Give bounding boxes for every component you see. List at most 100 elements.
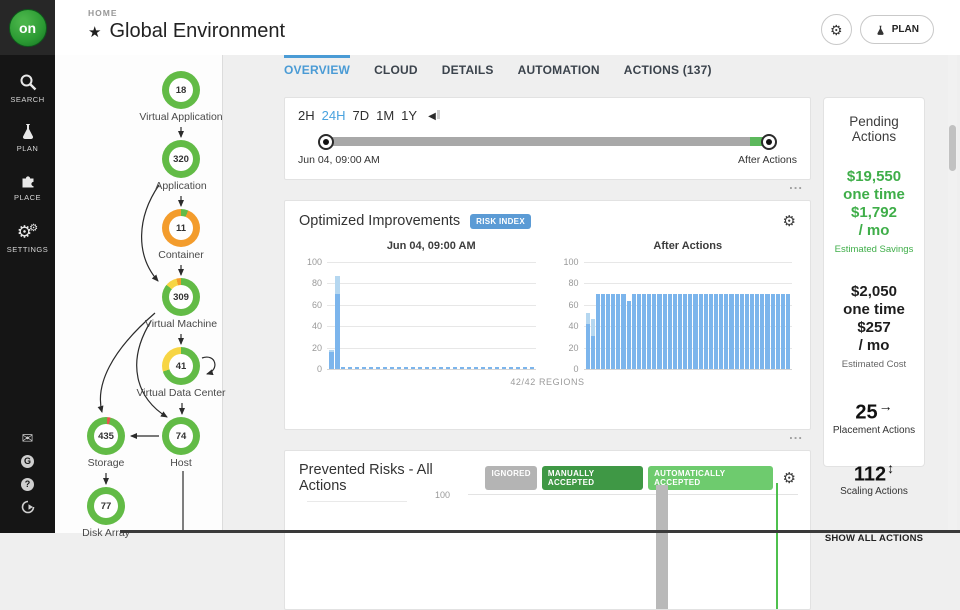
- vertical-scrollbar[interactable]: [948, 55, 957, 533]
- sidebar-label-place: PLACE: [0, 193, 55, 202]
- logout-icon[interactable]: [21, 500, 35, 514]
- sidebar-item-plan[interactable]: PLAN: [0, 122, 55, 153]
- gear-icon[interactable]: ⚙: [783, 212, 796, 230]
- placement-actions-summary[interactable]: 25→ Placement Actions: [824, 396, 924, 436]
- badge-ignored[interactable]: IGNORED: [485, 466, 536, 490]
- y-axis-tick-label: 100: [556, 257, 579, 267]
- sidebar-item-place[interactable]: PLACE: [0, 171, 55, 202]
- bar: [704, 294, 708, 369]
- entity-count: 435: [94, 424, 118, 448]
- prevented-risks-badges: IGNOREDMANUALLY ACCEPTEDAUTOMATICALLY AC…: [485, 466, 772, 490]
- plan-button[interactable]: PLAN: [860, 15, 934, 44]
- top-header: HOME ★ Global Environment ⚙ PLAN: [55, 0, 960, 55]
- supply-chain-node-application[interactable]: 320: [162, 140, 200, 178]
- bar: [709, 294, 713, 369]
- supply-chain-node-disk-array[interactable]: 77: [87, 487, 125, 525]
- bar: [591, 319, 595, 369]
- tab-actions-137[interactable]: ACTIONS (137): [624, 55, 712, 86]
- resize-handle[interactable]: ...: [284, 430, 811, 450]
- search-icon: [19, 73, 37, 91]
- mail-icon[interactable]: ✉: [21, 431, 35, 445]
- bar-chart: 020406080100: [327, 262, 536, 369]
- range-2h[interactable]: 2H: [298, 108, 315, 123]
- slider-end-label: After Actions: [738, 154, 797, 166]
- estimated-cost-block[interactable]: $2,050 one time $257 / mo Estimated Cost: [824, 283, 924, 374]
- bar: [586, 313, 590, 369]
- tab-automation[interactable]: AUTOMATION: [518, 55, 600, 86]
- risk-index-badge[interactable]: RISK INDEX: [470, 214, 531, 229]
- favorite-star-icon[interactable]: ★: [88, 23, 101, 41]
- bar: [688, 294, 692, 369]
- savings-one-time-label: one time: [824, 186, 924, 204]
- gear-icon: ⚙: [830, 23, 843, 37]
- tab-cloud[interactable]: CLOUD: [374, 55, 418, 86]
- bar: [678, 294, 682, 369]
- supply-chain-node-container[interactable]: 11: [162, 209, 200, 247]
- globe-g-icon[interactable]: G: [21, 454, 35, 468]
- supply-chain-node-host[interactable]: 74: [162, 417, 200, 455]
- tab-overview[interactable]: OVERVIEW: [284, 55, 350, 86]
- y-axis-tick-label: 80: [556, 278, 579, 288]
- resize-handle[interactable]: ...: [284, 180, 811, 200]
- scrollbar-thumb[interactable]: [949, 125, 956, 171]
- risk-index-charts: Jun 04, 09:00 AM 020406080100 After Acti…: [285, 234, 810, 369]
- scaling-actions-summary[interactable]: 112↕ Scaling Actions: [824, 458, 924, 498]
- settings-gear-button[interactable]: ⚙: [821, 14, 852, 45]
- bar: [673, 294, 677, 369]
- y-axis-tick-label: 0: [299, 364, 322, 374]
- gridline: [327, 369, 536, 370]
- optimized-improvements-title: Optimized Improvements: [299, 213, 460, 229]
- entity-count: 11: [169, 216, 193, 240]
- bar: [335, 276, 340, 369]
- estimated-savings-block[interactable]: $19,550 one time $1,792 / mo Estimated S…: [824, 168, 924, 259]
- supply-chain-node-virtual-machine[interactable]: 309: [162, 278, 200, 316]
- left-nav: on SEARCH PLAN PLACE ⚙⚙ SETTINGS: [0, 0, 55, 533]
- slider-end-handle[interactable]: [761, 134, 777, 150]
- placement-count: 25: [855, 402, 877, 424]
- range-24h[interactable]: 24H: [322, 108, 346, 123]
- y-axis-tick-label: 60: [299, 300, 322, 310]
- help-icon[interactable]: ?: [21, 477, 35, 491]
- savings-one-time-amount: $19,550: [824, 168, 924, 186]
- bar: [329, 350, 334, 369]
- slider-track[interactable]: [326, 137, 769, 146]
- scaling-label: Scaling Actions: [824, 486, 924, 497]
- pending-actions-title: Pending Actions: [828, 114, 920, 144]
- badge-manually-accepted[interactable]: MANUALLY ACCEPTED: [542, 466, 643, 490]
- supply-chain-node-virtual-application[interactable]: 18: [162, 71, 200, 109]
- tab-details[interactable]: DETAILS: [442, 55, 494, 86]
- plan-button-label: PLAN: [892, 24, 919, 35]
- show-all-actions-link[interactable]: SHOW ALL ACTIONS: [824, 533, 924, 544]
- gridline: [584, 283, 793, 284]
- sidebar-item-search[interactable]: SEARCH: [0, 73, 55, 104]
- range-7d[interactable]: 7D: [352, 108, 369, 123]
- bar: [776, 294, 780, 369]
- supply-chain-node-virtual-data-center[interactable]: 41: [162, 347, 200, 385]
- gear-icon[interactable]: ⚙: [783, 469, 796, 487]
- range-1y[interactable]: 1Y: [401, 108, 417, 123]
- bar: [771, 294, 775, 369]
- time-slider: [326, 137, 769, 146]
- savings-per-mo-label: / mo: [824, 222, 924, 240]
- slider-start-handle[interactable]: [318, 134, 334, 150]
- supply-chain-node-storage[interactable]: 435: [87, 417, 125, 455]
- chart-before-actions: Jun 04, 09:00 AM 020406080100: [291, 234, 548, 369]
- supply-chain-panel: 18Virtual Application320Application11Con…: [55, 55, 223, 533]
- home-breadcrumb-label[interactable]: HOME: [88, 8, 285, 18]
- bar: [719, 294, 723, 369]
- bar: [750, 294, 754, 369]
- y-axis-tick-label: 20: [556, 343, 579, 353]
- widgets-column: 2H24H7D1M1Y◀ Jun 04, 09:00 AM After Acti…: [284, 97, 811, 610]
- scaling-arrow-icon: ↕: [887, 460, 894, 476]
- bar: [632, 294, 636, 369]
- bar: [616, 294, 620, 369]
- y-axis-tick-label: 40: [556, 321, 579, 331]
- gridline: [584, 369, 793, 370]
- page-title: Global Environment: [109, 20, 285, 43]
- bar: [596, 294, 600, 369]
- app-logo[interactable]: on: [0, 0, 55, 55]
- sidebar-item-settings[interactable]: ⚙⚙ SETTINGS: [0, 220, 55, 254]
- range-1m[interactable]: 1M: [376, 108, 394, 123]
- collapse-toggle-icon[interactable]: ◀: [428, 110, 440, 122]
- entity-count: 18: [169, 78, 193, 102]
